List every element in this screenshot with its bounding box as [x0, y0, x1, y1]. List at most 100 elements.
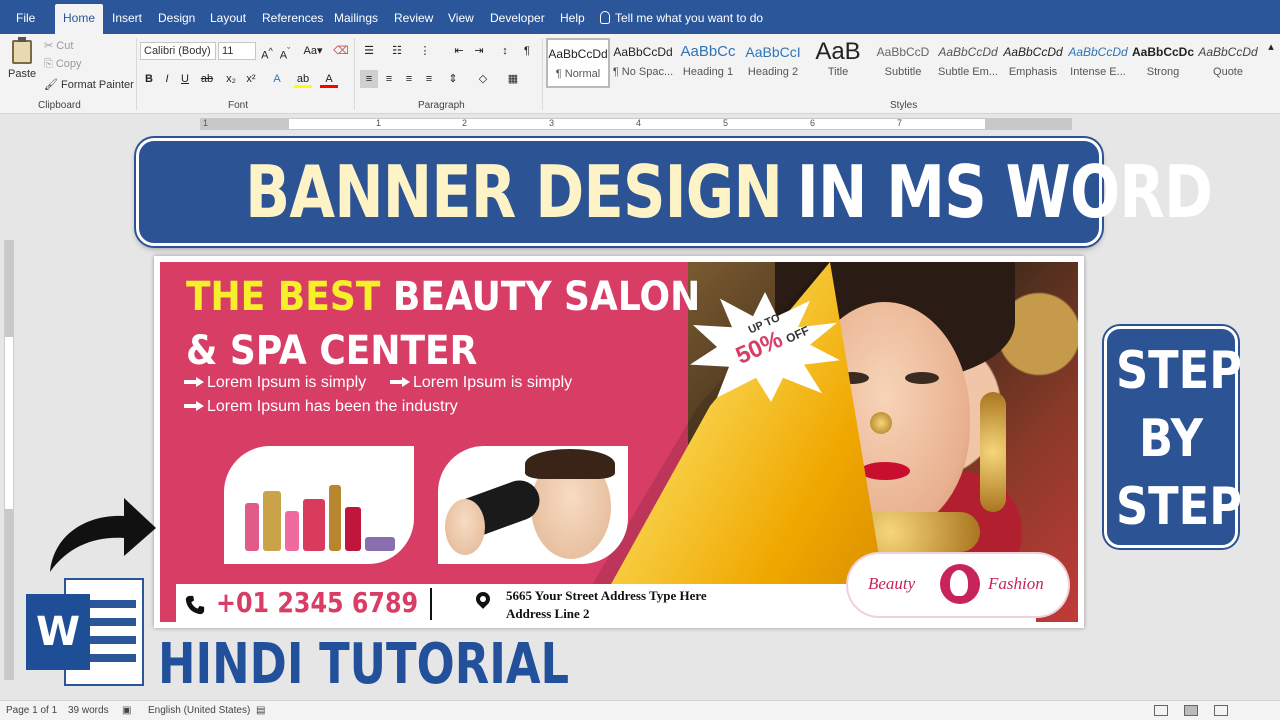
web-layout-icon[interactable] [1214, 705, 1228, 716]
title-text: BANNER DESIGN IN MS WORD [245, 141, 1213, 243]
title-part-1: BANNER DESIGN [245, 150, 783, 234]
style-heading-2[interactable]: AaBbCcI Heading 2 [741, 38, 805, 88]
style-title[interactable]: AaB Title [806, 38, 870, 88]
style-name: Quote [1213, 66, 1243, 78]
ribbon-separator [354, 38, 355, 110]
salon-banner[interactable]: UP TO 50% OFF THE BEST BEAUTY SALON & SP… [160, 262, 1078, 622]
model-hand [445, 499, 485, 555]
tab-layout[interactable]: Layout [202, 4, 254, 34]
bold-button[interactable]: B [140, 70, 158, 88]
style-normal[interactable]: AaBbCcDd ¶ Normal [546, 38, 610, 88]
page-count[interactable]: Page 1 of 1 [6, 705, 57, 716]
decrease-indent-icon[interactable]: ⇤ [450, 42, 468, 60]
styles-scroll-up-icon[interactable]: ▴ [1262, 38, 1280, 56]
sort-icon[interactable]: ↕ [496, 42, 514, 60]
strikethrough-button[interactable]: ab [198, 70, 216, 88]
copy-label: Copy [55, 58, 82, 70]
cut-button[interactable]: ✂ Cut [44, 39, 73, 52]
line-spacing-icon[interactable]: ⇕ [444, 70, 462, 88]
arrow-right-icon [390, 377, 410, 387]
lightbulb-icon [600, 11, 610, 24]
style-emphasis[interactable]: AaBbCcDd Emphasis [1001, 38, 1065, 88]
cosmetic-item [345, 507, 361, 551]
tab-references[interactable]: References [254, 4, 331, 34]
clipboard-group-label: Clipboard [38, 100, 81, 111]
style-heading-1[interactable]: AaBbCc Heading 1 [676, 38, 740, 88]
tab-review[interactable]: Review [386, 4, 441, 34]
document-page[interactable]: UP TO 50% OFF THE BEST BEAUTY SALON & SP… [154, 256, 1084, 628]
word-logo-icon: W [26, 574, 146, 688]
change-case-button[interactable]: Aa▾ [300, 42, 326, 60]
vruler-top-margin [5, 241, 13, 337]
tab-design[interactable]: Design [150, 4, 203, 34]
style-strong[interactable]: AaBbCcDc Strong [1131, 38, 1195, 88]
paste-icon[interactable] [12, 37, 32, 64]
font-size-select[interactable]: 11 [218, 42, 256, 60]
tab-mailings[interactable]: Mailings [326, 4, 386, 34]
arrow-right-icon [184, 377, 204, 387]
show-marks-icon[interactable]: ¶ [518, 42, 536, 60]
style-name: ¶ No Spac... [612, 66, 674, 78]
multilevel-list-icon[interactable]: ⋮ [416, 42, 434, 60]
style-name: Subtle Em... [938, 66, 998, 78]
shrink-font-button[interactable]: Aˇ [276, 42, 294, 62]
style-subtitle[interactable]: AaBbCcD Subtitle [871, 38, 935, 88]
style-intense-emphasis[interactable]: AaBbCcDd Intense E... [1066, 38, 1130, 88]
superscript-button[interactable]: x² [242, 70, 260, 88]
horizontal-ruler[interactable]: 1 1 2 3 4 5 6 7 [200, 118, 1072, 130]
format-painter-button[interactable]: 🖌 Format Painter [44, 78, 134, 91]
borders-icon[interactable]: ▦ [504, 70, 522, 88]
ribbon-separator [136, 38, 137, 110]
subscript-button[interactable]: x₂ [222, 70, 240, 88]
align-center-icon[interactable]: ≡ [380, 70, 398, 88]
print-layout-icon[interactable] [1184, 705, 1198, 716]
address-line-1: 5665 Your Street Address Type Here [506, 588, 707, 603]
vertical-ruler[interactable] [4, 240, 14, 680]
align-right-icon[interactable]: ≡ [400, 70, 418, 88]
font-color-icon[interactable]: A [320, 70, 338, 88]
tab-insert[interactable]: Insert [104, 4, 150, 34]
macro-icon[interactable]: ▤ [256, 705, 265, 716]
style-subtle-emphasis[interactable]: AaBbCcDd Subtle Em... [936, 38, 1000, 88]
align-left-icon[interactable]: ≡ [360, 70, 378, 88]
bullet-text: Lorem Ipsum is simply [207, 374, 367, 391]
text-effects-icon[interactable]: A [268, 70, 286, 88]
bullets-icon[interactable]: ☰ [360, 42, 378, 60]
tell-me-box[interactable]: Tell me what you want to do [600, 4, 763, 32]
copy-button[interactable]: ⎘ Copy [44, 58, 82, 71]
style-no-spacing[interactable]: AaBbCcDd ¶ No Spac... [611, 38, 675, 88]
underline-button[interactable]: U [176, 70, 194, 88]
style-quote[interactable]: AaBbCcDd Quote [1196, 38, 1260, 88]
style-name: Intense E... [1070, 66, 1126, 78]
proofing-icon[interactable]: ▣ [122, 705, 131, 716]
numbering-icon[interactable]: ☷ [388, 42, 406, 60]
read-mode-icon[interactable] [1154, 705, 1168, 716]
tab-file[interactable]: File [8, 4, 43, 34]
style-sample: AaBbCcDd [1198, 45, 1258, 59]
bullet-text: Lorem Ipsum is simply [413, 374, 573, 391]
title-part-2: IN MS WORD [796, 150, 1213, 234]
tab-help[interactable]: Help [552, 4, 593, 34]
highlight-color-icon[interactable]: ab [294, 70, 312, 88]
ruler-number: 2 [462, 118, 468, 128]
shading-icon[interactable]: ◇ [474, 70, 492, 88]
tab-home[interactable]: Home [55, 4, 104, 34]
style-name: Strong [1146, 66, 1180, 78]
increase-indent-icon[interactable]: ⇥ [470, 42, 488, 60]
tab-developer[interactable]: Developer [482, 4, 553, 34]
phone-number: +01 2345 6789 [216, 586, 419, 619]
style-name: Emphasis [1008, 66, 1058, 78]
ruler-number: 1 [203, 118, 209, 128]
style-name: Heading 2 [747, 66, 799, 78]
clear-formatting-icon[interactable]: ⌫ [332, 42, 350, 60]
paste-button[interactable]: Paste [8, 68, 36, 80]
phone-icon [185, 595, 205, 615]
font-family-select[interactable]: Calibri (Body) [140, 42, 216, 60]
language-status[interactable]: English (United States) [148, 705, 250, 716]
italic-button[interactable]: I [158, 70, 176, 88]
tab-view[interactable]: View [440, 4, 482, 34]
word-count[interactable]: 39 words [68, 705, 109, 716]
justify-icon[interactable]: ≡ [420, 70, 438, 88]
grow-font-button[interactable]: A^ [258, 42, 276, 62]
vruler-bottom-margin [5, 509, 13, 679]
